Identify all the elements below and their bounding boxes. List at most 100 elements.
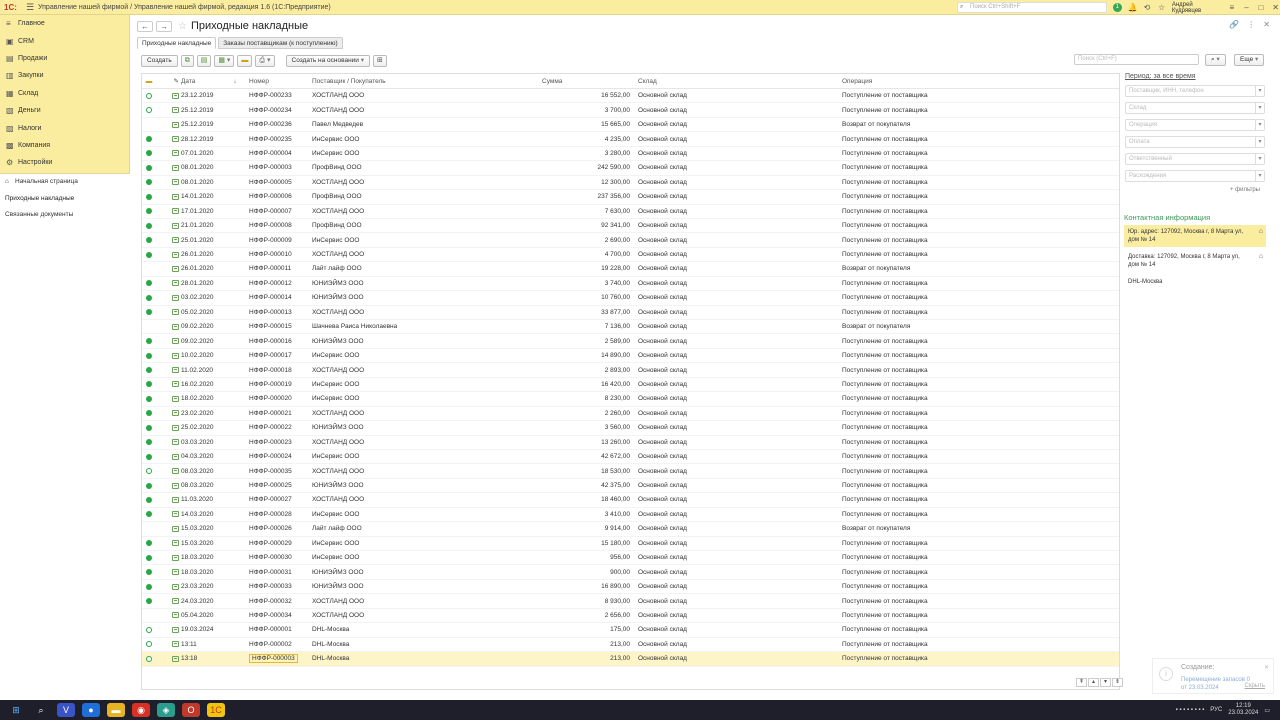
table-row[interactable]: 24.03.2020 НФФР-000032 ХОСТЛАНД ООО 8 930,0… bbox=[142, 594, 1119, 609]
table-row[interactable]: 11.03.2020 НФФР-000027 ХОСТЛАНД ООО 18 460,… bbox=[142, 493, 1119, 508]
table-row[interactable]: 08.03.2020 НФФР-000035 ХОСТЛАНД ООО 18 530,… bbox=[142, 464, 1119, 479]
language-indicator[interactable]: РУС bbox=[1210, 707, 1222, 713]
table-row[interactable]: 15.03.2020 НФФР-000026 Лайт лайф ООО 9 914,… bbox=[142, 522, 1119, 537]
filter-field-2[interactable]: Операция bbox=[1125, 119, 1265, 131]
header-operation[interactable]: Операция bbox=[842, 78, 1042, 85]
table-row[interactable]: 25.01.2020 НФФР-000009 ИнСервис ООО 2 690,0… bbox=[142, 233, 1119, 248]
header-warehouse[interactable]: Склад bbox=[638, 78, 842, 85]
filter-field-3[interactable]: Оплата bbox=[1125, 136, 1265, 148]
table-row[interactable]: 08.01.2020 НФФР-000003 ПрофВинд ООО 242 590… bbox=[142, 161, 1119, 176]
chrome-icon[interactable]: ◉ bbox=[132, 703, 150, 717]
windows-start-icon[interactable]: ⊞ bbox=[7, 703, 25, 717]
table-row[interactable]: 17.01.2020 НФФР-000007 ХОСТЛАНД ООО 7 630,0… bbox=[142, 205, 1119, 219]
table-row[interactable]: 03.02.2020 НФФР-000014 ЮНИЭЙМЗ ООО 10 760,0… bbox=[142, 291, 1119, 306]
global-search-input[interactable]: ⌕ Поиск Ctrl+Shift+F bbox=[957, 2, 1107, 13]
sidebar-item-8[interactable]: ⚙ Настройки bbox=[0, 154, 129, 171]
attachment-col-icon[interactable]: ✎ bbox=[156, 77, 181, 85]
table-row[interactable]: 25.02.2020 НФФР-000022 ЮНИЭЙМЗ ООО 3 560,00… bbox=[142, 421, 1119, 436]
app-icon-teal[interactable]: ◈ bbox=[157, 703, 175, 717]
taskbar-search-icon[interactable]: ⌕ bbox=[32, 703, 50, 717]
search-options-button[interactable]: ⌕ bbox=[1205, 54, 1226, 66]
table-row[interactable]: 14.03.2020 НФФР-000028 ИнСервис ООО 3 410,0… bbox=[142, 508, 1119, 523]
app-icon-blue[interactable]: ● bbox=[82, 703, 100, 717]
folder-icon[interactable]: ▬ bbox=[237, 54, 253, 67]
star-icon[interactable]: ☆ bbox=[178, 21, 187, 32]
table-row[interactable]: 21.01.2020 НФФР-000008 ПрофВинд ООО 92 341,… bbox=[142, 219, 1119, 234]
notification-center-icon[interactable]: ▭ bbox=[1264, 707, 1270, 714]
close-form-icon[interactable]: ✕ bbox=[1263, 20, 1270, 29]
more-button[interactable]: Еще bbox=[1234, 54, 1265, 66]
filter-field-1[interactable]: Склад bbox=[1125, 102, 1265, 114]
table-row[interactable]: 16.02.2020 НФФР-000019 ИнСервис ООО 16 420,… bbox=[142, 378, 1119, 393]
table-row[interactable]: 26.01.2020 НФФР-000010 ХОСТЛАНД ООО 4 700,0… bbox=[142, 248, 1119, 263]
minimize-icon[interactable]: – bbox=[1242, 3, 1251, 12]
period-link[interactable]: Период: за все время bbox=[1125, 73, 1266, 80]
table-search-input[interactable]: Поиск (Ctrl+F) bbox=[1074, 54, 1199, 65]
settings-menu-icon[interactable]: ≡ bbox=[1228, 3, 1237, 12]
header-date[interactable]: Дата ↓ bbox=[181, 78, 249, 85]
table-row[interactable]: 08.03.2020 НФФР-000025 ЮНИЭЙМЗ ООО 42 375,0… bbox=[142, 479, 1119, 494]
maximize-icon[interactable]: □ bbox=[1257, 3, 1266, 12]
close-icon[interactable]: ✕ bbox=[1271, 3, 1280, 12]
map-icon[interactable]: ⌂ bbox=[1259, 253, 1263, 261]
more-filters-link[interactable]: + фильтры bbox=[1124, 187, 1260, 193]
contact-delivery-address[interactable]: Доставка: 127092, Москва г, 8 Марта ул, … bbox=[1124, 250, 1266, 272]
sidebar-item-4[interactable]: ▦ Склад bbox=[0, 85, 129, 102]
tab-orders[interactable]: Заказы поставщикам (к поступлению) bbox=[218, 37, 343, 49]
file-explorer-icon[interactable]: ▬ bbox=[107, 703, 125, 717]
table-row[interactable]: 18.02.2020 НФФР-000020 ИнСервис ООО 8 230,0… bbox=[142, 392, 1119, 407]
filter-field-4[interactable]: Ответственный bbox=[1125, 153, 1265, 165]
sidebar-item-7[interactable]: ▩ Компания bbox=[0, 137, 129, 154]
close-notification-icon[interactable]: ✕ bbox=[1264, 664, 1269, 671]
map-icon[interactable]: ⌂ bbox=[1259, 228, 1263, 236]
table-row[interactable]: 04.03.2020 НФФР-000024 ИнСервис ООО 42 672,… bbox=[142, 450, 1119, 465]
status-col-icon[interactable]: ▬ bbox=[142, 78, 156, 85]
table-row[interactable]: 14.01.2020 НФФР-000006 ПрофВинд ООО 237 356… bbox=[142, 190, 1119, 205]
last-page-icon[interactable]: ⇟ bbox=[1112, 678, 1123, 687]
hide-notification-link[interactable]: Скрыть bbox=[1245, 683, 1265, 689]
table-row[interactable]: 10.02.2020 НФФР-000017 ИнСервис ООО 14 890,… bbox=[142, 349, 1119, 364]
structure-icon[interactable]: ⊞ bbox=[373, 54, 387, 67]
sidebar-item-5[interactable]: ▧ Деньги bbox=[0, 102, 129, 119]
subnav-item-receipts[interactable]: Приходные накладные bbox=[0, 190, 130, 207]
table-row[interactable]: 28.01.2020 НФФР-000012 ЮНИЭЙМЗ ООО 3 740,00… bbox=[142, 277, 1119, 292]
table-row[interactable]: 03.03.2020 НФФР-000023 ХОСТЛАНД ООО 13 260,… bbox=[142, 436, 1119, 450]
link-icon[interactable]: 🔗 bbox=[1229, 20, 1239, 29]
table-row[interactable]: 08.01.2020 НФФР-000005 ХОСТЛАНД ООО 12 300,… bbox=[142, 176, 1119, 191]
create-button[interactable]: Создать bbox=[141, 54, 178, 67]
page-down-icon[interactable]: ▾ bbox=[1100, 678, 1111, 687]
clock[interactable]: 12:19 23.03.2024 bbox=[1228, 703, 1258, 717]
table-row[interactable]: 26.01.2020 НФФР-000011 Лайт лайф ООО 19 228… bbox=[142, 262, 1119, 277]
table-row[interactable]: 13:11 НФФР-000002 DHL-Москва 213,00 Основной… bbox=[142, 638, 1119, 653]
bell-icon[interactable]: 🔔 bbox=[1128, 3, 1138, 12]
table-row[interactable]: 19.03.2024 НФФР-000001 DHL-Москва 175,00 Осн… bbox=[142, 623, 1119, 638]
table-row[interactable]: 25.12.2019 НФФР-000236 Павел Медведев 15 66… bbox=[142, 118, 1119, 133]
opera-icon[interactable]: O bbox=[182, 703, 200, 717]
copy-icon[interactable]: ⧉ bbox=[180, 54, 194, 67]
page-up-icon[interactable]: ▴ bbox=[1088, 678, 1099, 687]
create-based-button[interactable]: Создать на основании bbox=[285, 54, 371, 67]
sidebar-item-6[interactable]: ▨ Налоги bbox=[0, 119, 129, 136]
sidebar-item-3[interactable]: ▥ Закупки bbox=[0, 67, 129, 84]
notifications-badge[interactable]: 1 bbox=[1113, 3, 1122, 12]
table-row[interactable]: 23.12.2019 НФФР-000233 ХОСТЛАНД ООО 16 552,… bbox=[142, 89, 1119, 104]
table-row[interactable]: 05.02.2020 НФФР-000013 ХОСТЛАНД ООО 33 877,… bbox=[142, 306, 1119, 320]
print-docs-icon[interactable]: ▦ bbox=[214, 54, 235, 67]
filter-field-5[interactable]: Расхождения bbox=[1125, 170, 1265, 182]
post-icon[interactable]: ▤ bbox=[196, 54, 212, 67]
sidebar-item-0[interactable]: ≡ Главное bbox=[0, 15, 129, 32]
table-row[interactable]: 28.12.2019 НФФР-000235 ИнСервис ООО 4 235,0… bbox=[142, 132, 1119, 147]
main-menu-icon[interactable]: ☰ bbox=[22, 2, 38, 13]
contact-name[interactable]: DHL-Москва bbox=[1124, 275, 1266, 289]
table-row[interactable]: 18.03.2020 НФФР-000030 ИнСервис ООО 956,00 О… bbox=[142, 551, 1119, 566]
table-row[interactable]: 09.02.2020 НФФР-000016 ЮНИЭЙМЗ ООО 2 589,00… bbox=[142, 334, 1119, 349]
contact-legal-address[interactable]: Юр. адрес: 127092, Москва г, 8 Марта ул,… bbox=[1124, 225, 1266, 247]
tray-icons[interactable]: ▪ ▪ ▪ ▪ ▪ ▪ ▪ ▪ bbox=[1176, 707, 1205, 713]
table-row[interactable]: 15.03.2020 НФФР-000029 ИнСервис ООО 15 180,… bbox=[142, 537, 1119, 551]
table-row[interactable]: 09.02.2020 НФФР-000015 Шачнева Раиса Никол… bbox=[142, 320, 1119, 335]
header-number[interactable]: Номер bbox=[249, 78, 312, 85]
first-page-icon[interactable]: ⇞ bbox=[1076, 678, 1087, 687]
subnav-item-related-docs[interactable]: Связанные документы bbox=[0, 207, 130, 224]
header-sum[interactable]: Сумма bbox=[542, 78, 638, 85]
table-row[interactable]: 13:18 НФФР-000003 DHL-Москва 213,00 Основной… bbox=[142, 652, 1119, 667]
